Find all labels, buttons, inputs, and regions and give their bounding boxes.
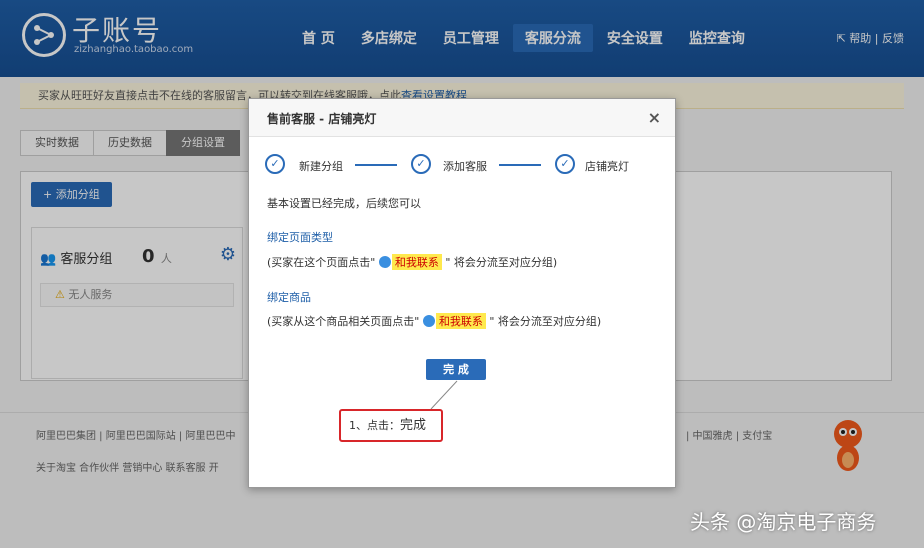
- callout-pointer: [430, 380, 458, 410]
- check-icon: ✓: [411, 154, 431, 174]
- step-label-3: 店铺亮灯: [585, 160, 629, 173]
- check-icon: ✓: [265, 154, 285, 174]
- instruction-callout: 1、点击：完成: [339, 409, 443, 442]
- step-connector-2: [499, 164, 541, 166]
- section1-description: (买家在这个页面点击" 和我联系 " 将会分流至对应分组): [267, 254, 558, 270]
- contact-badge: 和我联系: [435, 313, 486, 329]
- dialog-header: 售前客服 - 店铺亮灯 ×: [249, 99, 675, 137]
- step-label-2: 添加客服: [443, 160, 487, 173]
- contact-icon: [378, 256, 391, 268]
- contact-icon: [422, 315, 435, 327]
- step-indicator: ✓ 新建分组 ✓ 添加客服 ✓ 店铺亮灯: [265, 154, 665, 178]
- dialog-intro: 基本设置已经完成，后续您可以: [267, 197, 421, 210]
- contact-badge: 和我联系: [391, 254, 442, 270]
- bind-page-type-link[interactable]: 绑定页面类型: [267, 229, 333, 245]
- store-light-dialog: 售前客服 - 店铺亮灯 × ✓ 新建分组 ✓ 添加客服 ✓ 店铺亮灯 基本设置已…: [248, 98, 676, 488]
- done-button[interactable]: 完 成: [426, 359, 486, 380]
- watermark: 头条 @淘京电子商务: [690, 510, 877, 534]
- check-icon: ✓: [555, 154, 575, 174]
- bind-product-link[interactable]: 绑定商品: [267, 289, 311, 305]
- step-connector-1: [355, 164, 397, 166]
- dialog-title: 售前客服 - 店铺亮灯: [267, 112, 377, 126]
- section2-description: (买家从这个商品相关页面点击" 和我联系 " 将会分流至对应分组): [267, 313, 602, 329]
- close-icon[interactable]: ×: [648, 108, 661, 127]
- step-label-1: 新建分组: [299, 160, 343, 173]
